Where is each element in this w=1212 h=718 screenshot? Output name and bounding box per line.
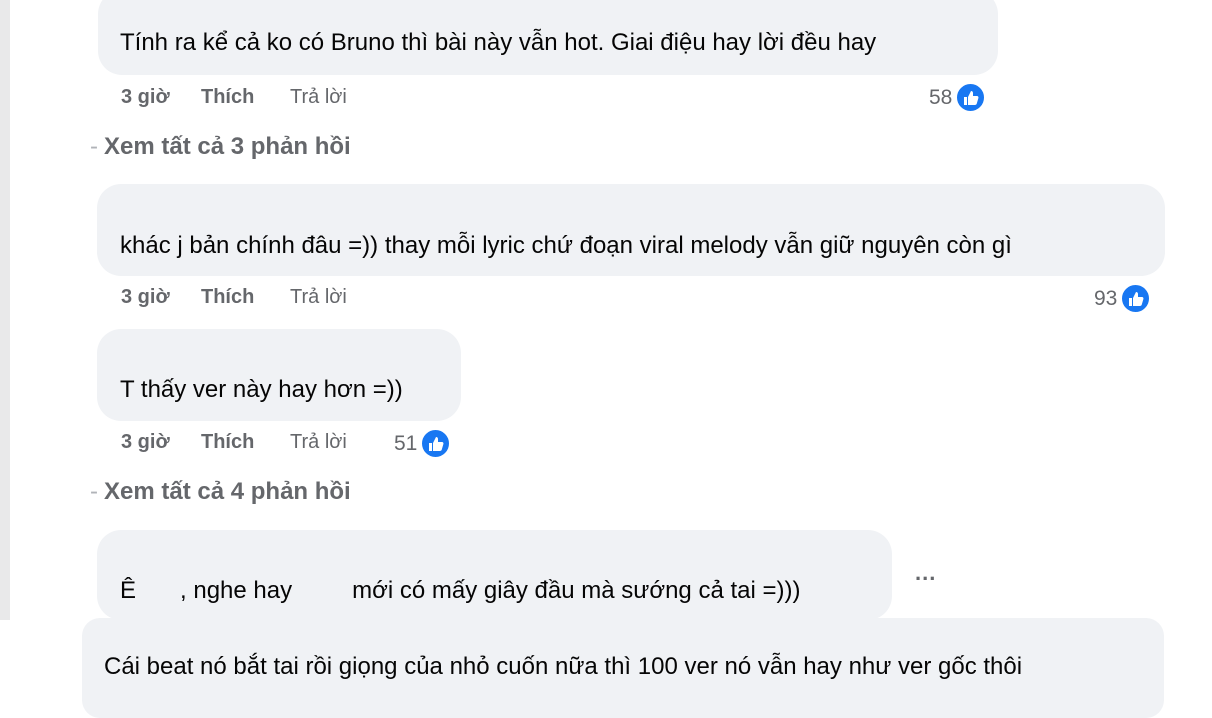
reply-dash: -: [90, 478, 98, 505]
like-button-3[interactable]: Thích: [201, 431, 254, 454]
comment-text-5: Cái beat nó bắt tai rồi giọng của nhỏ cu…: [104, 653, 1023, 680]
reply-button-2[interactable]: Trả lời: [290, 286, 347, 309]
comment-time-1: 3 giờ: [121, 86, 170, 108]
thumbs-up-icon: [1120, 283, 1152, 314]
comment-text-part: mới có mấy giây đầu mà sướng cả tai =))): [352, 577, 801, 604]
comment-bubble-4: [97, 530, 892, 620]
redacted-name: [292, 576, 353, 606]
view-replies-1[interactable]: - Xem tất cả 3 phản hồi: [90, 133, 351, 161]
comment-text-3: T thấy ver này hay hơn =)): [120, 376, 403, 403]
likes-count: 93: [1094, 286, 1118, 310]
reply-button-1[interactable]: Trả lời: [290, 86, 347, 109]
reaction-count-3[interactable]: 51: [394, 428, 452, 459]
comment-text-part: , nghe hay: [180, 577, 293, 604]
likes-count: 51: [394, 431, 418, 455]
background-edge: [0, 0, 10, 620]
like-button-2[interactable]: Thích: [201, 286, 254, 309]
thumbs-up-icon: [420, 428, 452, 459]
like-button-1[interactable]: Thích: [201, 86, 254, 109]
reply-button-3[interactable]: Trả lời: [290, 431, 347, 454]
comment-text-part: Ê: [120, 577, 137, 604]
reply-dash: -: [90, 133, 98, 160]
comment-time-2: 3 giờ: [121, 286, 170, 308]
thumbs-up-icon: [955, 82, 987, 113]
reaction-count-1[interactable]: 58: [929, 82, 987, 113]
reaction-count-2[interactable]: 93: [1094, 283, 1152, 314]
view-replies-2[interactable]: - Xem tất cả 4 phản hồi: [90, 478, 351, 506]
view-replies-label: Xem tất cả 4 phản hồi: [104, 478, 351, 505]
comment-bubble-2: [97, 184, 1165, 276]
comment-time-3: 3 giờ: [121, 431, 170, 453]
view-replies-label: Xem tất cả 3 phản hồi: [104, 133, 351, 160]
more-options-icon[interactable]: ...: [915, 560, 936, 586]
redacted-name: [136, 576, 181, 606]
comment-text-2: khác j bản chính đâu =)) thay mỗi lyric …: [120, 232, 1012, 259]
comment-text-1: Tính ra kể cả ko có Bruno thì bài này vẫ…: [120, 29, 877, 56]
likes-count: 58: [929, 85, 953, 109]
comment-text-4: Ê , nghe hay mới có mấy giây đầu mà sướn…: [120, 576, 800, 606]
